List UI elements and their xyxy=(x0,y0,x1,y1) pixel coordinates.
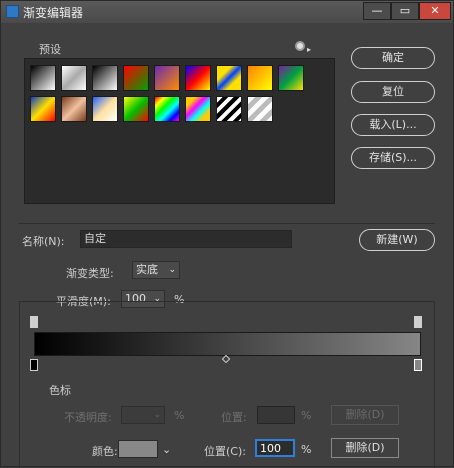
presets-grid xyxy=(24,58,335,204)
opacity-location-unit: % xyxy=(301,409,312,422)
preset-swatch[interactable] xyxy=(185,96,211,122)
chevron-down-icon: ⌄ xyxy=(168,265,176,275)
ok-button[interactable]: 确定 xyxy=(351,47,435,69)
opacity-unit: % xyxy=(174,409,185,422)
preset-swatch[interactable] xyxy=(216,96,242,122)
preset-swatch[interactable] xyxy=(123,65,149,91)
stops-section-label: 色标 xyxy=(49,384,71,397)
maximize-button[interactable]: ▭ xyxy=(391,2,419,20)
opacity-location-input[interactable] xyxy=(257,406,295,424)
photoshop-app-icon xyxy=(6,5,19,18)
preset-swatch[interactable] xyxy=(123,96,149,122)
preset-swatch[interactable] xyxy=(61,65,87,91)
delete-opacity-stop-button[interactable]: 删除(D) xyxy=(331,405,399,425)
location-unit: % xyxy=(301,443,312,456)
preset-swatch[interactable] xyxy=(185,65,211,91)
save-button[interactable]: 存储(S)... xyxy=(351,147,435,169)
gear-icon[interactable] xyxy=(295,41,305,51)
preset-swatch[interactable] xyxy=(92,65,118,91)
location-label: 位置(C): xyxy=(204,445,246,458)
name-label: 名称(N): xyxy=(22,235,65,248)
gradient-type-select[interactable]: 实底 ⌄ xyxy=(132,261,180,279)
stop-color-swatch[interactable] xyxy=(118,440,158,458)
opacity-select[interactable]: ⌄ xyxy=(121,406,165,424)
preset-swatch[interactable] xyxy=(154,65,180,91)
preset-swatch[interactable] xyxy=(247,96,273,122)
preset-swatch[interactable] xyxy=(216,65,242,91)
presets-label: 预设 xyxy=(39,43,61,56)
location-input[interactable]: 100 xyxy=(255,439,295,457)
preset-swatch[interactable] xyxy=(30,65,56,91)
preset-swatch[interactable] xyxy=(30,96,56,122)
name-input[interactable]: 自定 xyxy=(80,230,292,248)
reset-button[interactable]: 复位 xyxy=(351,81,435,103)
load-button[interactable]: 载入(L)... xyxy=(351,114,435,136)
title-bar[interactable]: 渐变编辑器 — ▭ ✕ xyxy=(1,1,453,23)
preset-swatch[interactable] xyxy=(154,96,180,122)
chevron-down-icon[interactable]: ⌄ xyxy=(162,443,171,456)
gradient-type-value: 实底 xyxy=(136,263,158,276)
preset-swatch[interactable] xyxy=(278,65,304,91)
preset-swatch[interactable] xyxy=(92,96,118,122)
opacity-label: 不透明度: xyxy=(64,411,112,424)
gradient-editor-window: 渐变编辑器 — ▭ ✕ 预设 ▸ 确定 复位 载入(L)... 存储(S)...… xyxy=(0,0,454,468)
section-divider xyxy=(19,223,435,224)
gradient-type-label: 渐变类型: xyxy=(66,267,114,280)
new-button[interactable]: 新建(W) xyxy=(359,229,435,251)
opacity-location-label: 位置: xyxy=(221,411,247,424)
color-label: 颜色: xyxy=(92,445,118,458)
preset-swatch[interactable] xyxy=(61,96,87,122)
close-button[interactable]: ✕ xyxy=(419,2,451,20)
minimize-button[interactable]: — xyxy=(363,2,391,20)
preset-swatch[interactable] xyxy=(247,65,273,91)
chevron-down-icon: ⌄ xyxy=(153,410,161,420)
delete-color-stop-button[interactable]: 删除(D) xyxy=(331,438,399,458)
chevron-right-icon: ▸ xyxy=(307,45,312,54)
window-title: 渐变编辑器 xyxy=(23,6,84,20)
